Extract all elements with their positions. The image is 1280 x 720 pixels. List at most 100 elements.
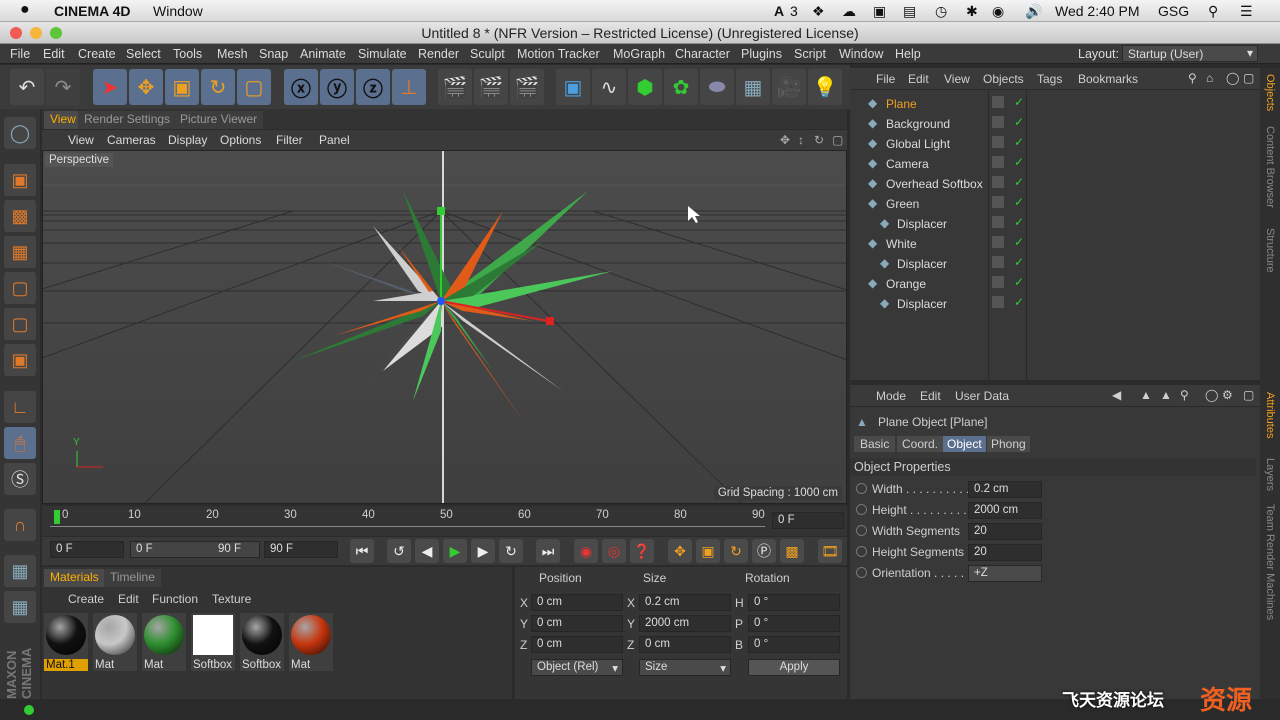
- z-axis-handle[interactable]: [437, 297, 445, 305]
- vp-menu-cameras[interactable]: Cameras: [107, 133, 156, 147]
- menu-render[interactable]: Render: [418, 47, 459, 61]
- next-key-icon[interactable]: ↻: [499, 539, 523, 563]
- om-menu-file[interactable]: File: [876, 72, 895, 86]
- up-arrow-icon[interactable]: ▲: [1140, 388, 1152, 402]
- mat-menu-texture[interactable]: Texture: [212, 592, 251, 606]
- model-mode-icon[interactable]: ▣: [4, 164, 36, 196]
- tab-coord[interactable]: Coord.: [897, 436, 944, 452]
- material-swatch[interactable]: Mat: [93, 613, 137, 671]
- menu-sculpt[interactable]: Sculpt: [470, 47, 505, 61]
- property-field[interactable]: 20: [968, 544, 1042, 561]
- rotation-p-field[interactable]: 0 °: [748, 615, 840, 632]
- render-picture-viewer-icon[interactable]: 🎬: [474, 69, 508, 105]
- polygons-mode-icon[interactable]: ▣: [4, 344, 36, 376]
- enabled-check-icon[interactable]: ✓: [1014, 115, 1024, 129]
- animate-dot-icon[interactable]: [856, 483, 867, 494]
- object-row[interactable]: ◆ Green ✓: [850, 194, 1260, 214]
- coord-mode-select[interactable]: Object (Rel) ▾: [531, 659, 623, 676]
- workplane-icon[interactable]: ▦: [4, 555, 36, 587]
- previous-key-icon[interactable]: ↺: [387, 539, 411, 563]
- om-menu-view[interactable]: View: [944, 72, 970, 86]
- tab-attributes[interactable]: Attributes: [1264, 392, 1276, 438]
- layer-toggle[interactable]: [992, 256, 1004, 268]
- coordinate-system-icon[interactable]: ⊥: [392, 69, 426, 105]
- layer-toggle[interactable]: [992, 176, 1004, 188]
- key-position-icon[interactable]: ✥: [668, 539, 692, 563]
- menu-select[interactable]: Select: [126, 47, 161, 61]
- floor-icon[interactable]: ▦: [736, 69, 770, 105]
- material-swatch[interactable]: Mat: [142, 613, 186, 671]
- adobe-icon[interactable]: A: [774, 3, 784, 19]
- picture-icon[interactable]: ▤: [903, 3, 916, 20]
- viewport[interactable]: Perspective Y Grid Spacing : 1000 cm: [42, 150, 847, 504]
- snap-icon[interactable]: ∩: [4, 509, 36, 541]
- solo-mode-icon[interactable]: Ⓢ: [4, 463, 36, 495]
- settings-icon[interactable]: ⚙: [1222, 388, 1233, 402]
- live-select-button[interactable]: ➤: [93, 69, 127, 105]
- dropbox-icon[interactable]: ❖: [812, 3, 825, 20]
- next-frame-icon[interactable]: ▶: [471, 539, 495, 563]
- vp-menu-options[interactable]: Options: [220, 133, 261, 147]
- menu-window[interactable]: Window: [839, 47, 883, 61]
- menu-file[interactable]: File: [10, 47, 30, 61]
- keyframe-selection-icon[interactable]: ❓: [630, 539, 654, 563]
- play-icon[interactable]: ▶: [443, 539, 467, 563]
- tab-render-settings[interactable]: Render Settings: [78, 111, 177, 129]
- app-menu[interactable]: CINEMA 4D: [54, 3, 131, 19]
- enabled-check-icon[interactable]: ✓: [1014, 175, 1024, 189]
- time-machine-icon[interactable]: ◷: [935, 3, 947, 20]
- layer-toggle[interactable]: [992, 296, 1004, 308]
- enabled-check-icon[interactable]: ✓: [1014, 95, 1024, 109]
- x-axis-handle-knob[interactable]: [546, 317, 554, 325]
- tab-content-browser[interactable]: Content Browser: [1264, 126, 1276, 208]
- tab-team-render[interactable]: Team Render Machines: [1264, 504, 1276, 620]
- menu-edit[interactable]: Edit: [43, 47, 65, 61]
- locked-workplane-icon[interactable]: ▦: [4, 591, 36, 623]
- layer-toggle[interactable]: [992, 116, 1004, 128]
- position-z-field[interactable]: 0 cm: [531, 636, 623, 653]
- size-mode-select[interactable]: Size ▾: [639, 659, 731, 676]
- clock[interactable]: Wed 2:40 PM: [1055, 3, 1140, 19]
- enabled-check-icon[interactable]: ✓: [1014, 135, 1024, 149]
- lock-icon[interactable]: ◯: [1226, 71, 1239, 85]
- volume-icon[interactable]: 🔊: [1025, 3, 1042, 20]
- object-row[interactable]: ◆ Displacer ✓: [850, 214, 1260, 234]
- rotate-button[interactable]: ↻: [201, 69, 235, 105]
- object-row[interactable]: ◆ Overhead Softbox ✓: [850, 174, 1260, 194]
- recent-tool-button[interactable]: ▢: [237, 69, 271, 105]
- cloud-icon[interactable]: ☁: [842, 3, 856, 20]
- make-editable-icon[interactable]: ◯: [4, 117, 36, 149]
- x-axis-lock-icon[interactable]: ⓧ: [284, 69, 318, 105]
- menu-tools[interactable]: Tools: [173, 47, 202, 61]
- vp-menu-view[interactable]: View: [68, 133, 94, 147]
- menu-character[interactable]: Character: [675, 47, 730, 61]
- undo-button[interactable]: ↶: [10, 69, 44, 105]
- notification-icon[interactable]: ☰: [1240, 3, 1253, 20]
- move-button[interactable]: ✥: [129, 69, 163, 105]
- previous-frame-icon[interactable]: ◀: [415, 539, 439, 563]
- size-x-field[interactable]: 0.2 cm: [639, 594, 731, 611]
- go-to-start-icon[interactable]: ⏮: [350, 539, 374, 563]
- render-settings-icon[interactable]: 🎬: [510, 69, 544, 105]
- material-swatch[interactable]: Softbox: [191, 613, 235, 671]
- om-menu-edit[interactable]: Edit: [908, 72, 929, 86]
- search-icon[interactable]: ⚲: [1180, 388, 1189, 402]
- maximize-icon[interactable]: ▢: [1243, 388, 1254, 402]
- tab-basic[interactable]: Basic: [854, 436, 896, 452]
- workplane-mode-icon[interactable]: ▦: [4, 236, 36, 268]
- object-row[interactable]: ◆ Global Light ✓: [850, 134, 1260, 154]
- apply-button[interactable]: Apply: [748, 659, 840, 676]
- size-z-field[interactable]: 0 cm: [639, 636, 731, 653]
- object-row[interactable]: ◆ Orange ✓: [850, 274, 1260, 294]
- current-frame-field[interactable]: 0 F: [772, 512, 844, 529]
- layer-toggle[interactable]: [992, 236, 1004, 248]
- range-slider[interactable]: 0 F 90 F: [130, 541, 260, 558]
- vp-menu-panel[interactable]: Panel: [319, 133, 350, 147]
- up-level-icon[interactable]: ▲: [1160, 388, 1172, 402]
- tab-objects[interactable]: Objects: [1264, 74, 1276, 111]
- enabled-check-icon[interactable]: ✓: [1014, 275, 1024, 289]
- menu-help[interactable]: Help: [895, 47, 921, 61]
- tab-timeline[interactable]: Timeline: [104, 569, 161, 587]
- menu-plugins[interactable]: Plugins: [741, 47, 782, 61]
- y-axis-lock-icon[interactable]: ⓨ: [320, 69, 354, 105]
